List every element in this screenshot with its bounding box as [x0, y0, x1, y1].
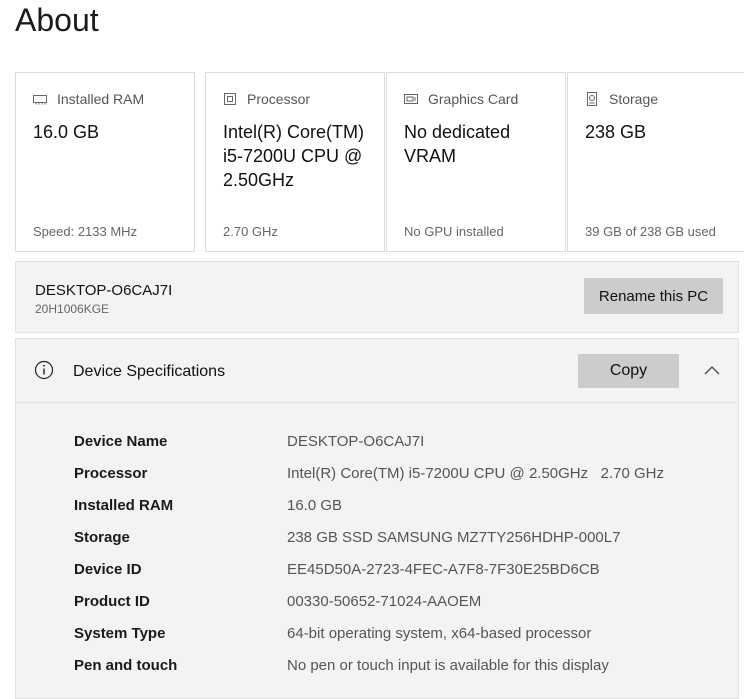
spec-label: Device ID — [74, 561, 142, 578]
pc-name-bar: DESKTOP-O6CAJ7I 20H1006KGE Rename this P… — [15, 261, 739, 333]
page-title: About — [15, 2, 99, 38]
pc-model: 20H1006KGE — [35, 302, 110, 316]
rename-pc-button[interactable]: Rename this PC — [584, 278, 723, 314]
card-label: Processor — [247, 91, 311, 107]
storage-icon — [585, 92, 599, 106]
card-label: Storage — [609, 91, 659, 107]
processor-icon — [223, 92, 237, 106]
graphics-card-icon — [404, 92, 418, 106]
spec-row-processor: Processor Intel(R) Core(TM) i5-7200U CPU… — [16, 465, 738, 489]
device-specifications-title: Device Specifications — [73, 363, 226, 380]
card-value: Intel(R) Core(TM) i5-7200U CPU @ 2.50GHz — [223, 122, 365, 190]
spec-label: Pen and touch — [74, 657, 178, 674]
spec-label: Installed RAM — [74, 497, 174, 514]
spec-value: Intel(R) Core(TM) i5-7200U CPU @ 2.50GHz… — [287, 465, 664, 482]
summary-cards: Installed RAM 16.0 GB Speed: 2133 MHz Pr… — [15, 72, 744, 252]
spec-value: 64-bit operating system, x64-based proce… — [287, 625, 592, 642]
card-installed-ram: Installed RAM 16.0 GB Speed: 2133 MHz — [15, 72, 195, 252]
spec-label: Processor — [74, 465, 148, 482]
card-footer: 39 GB of 238 GB used — [585, 224, 716, 239]
card-label: Graphics Card — [428, 91, 519, 107]
ram-icon — [33, 92, 47, 106]
info-icon — [34, 360, 54, 380]
card-footer: No GPU installed — [404, 224, 504, 239]
spec-row-product-id: Product ID 00330-50652-71024-AAOEM — [16, 593, 738, 617]
spec-value: DESKTOP-O6CAJ7I — [287, 433, 425, 450]
spec-row-storage: Storage 238 GB SSD SAMSUNG MZ7TY256HDHP-… — [16, 529, 738, 553]
card-value: No dedicated VRAM — [404, 122, 511, 166]
card-graphics: Graphics Card No dedicated VRAM No GPU i… — [386, 72, 566, 252]
spec-value: No pen or touch input is available for t… — [287, 657, 609, 674]
card-value: 16.0 GB — [33, 122, 100, 142]
chevron-up-icon[interactable] — [702, 361, 722, 381]
card-footer: Speed: 2133 MHz — [33, 224, 138, 239]
spec-value: 16.0 GB — [287, 497, 343, 514]
spec-row-system-type: System Type 64-bit operating system, x64… — [16, 625, 738, 649]
pc-name: DESKTOP-O6CAJ7I — [35, 282, 173, 299]
device-specifications-header[interactable]: Device Specifications Copy — [16, 339, 738, 403]
spec-row-installed-ram: Installed RAM 16.0 GB — [16, 497, 738, 521]
spec-label: System Type — [74, 625, 166, 642]
card-processor: Processor Intel(R) Core(TM) i5-7200U CPU… — [205, 72, 385, 252]
spec-label: Storage — [74, 529, 130, 546]
card-footer: 2.70 GHz — [223, 224, 278, 239]
about-page: About Installed RAM 16.0 GB Speed: 2133 … — [0, 0, 744, 699]
spec-value: EE45D50A-2723-4FEC-A7F8-7F30E25BD6CB — [287, 561, 600, 578]
spec-row-device-name: Device Name DESKTOP-O6CAJ7I — [16, 433, 738, 457]
card-storage: Storage 238 GB 39 GB of 238 GB used — [567, 72, 744, 252]
spec-row-device-id: Device ID EE45D50A-2723-4FEC-A7F8-7F30E2… — [16, 561, 738, 585]
spec-label: Device Name — [74, 433, 168, 450]
copy-button[interactable]: Copy — [578, 354, 679, 388]
spec-value: 238 GB SSD SAMSUNG MZ7TY256HDHP-000L7 — [287, 529, 621, 546]
card-label: Installed RAM — [57, 91, 145, 107]
card-value: 238 GB — [585, 122, 647, 142]
device-specifications-panel: Device Specifications Copy Device Name D… — [15, 338, 739, 699]
spec-label: Product ID — [74, 593, 150, 610]
spec-value: 00330-50652-71024-AAOEM — [287, 593, 482, 610]
spec-row-pen-and-touch: Pen and touch No pen or touch input is a… — [16, 657, 738, 681]
